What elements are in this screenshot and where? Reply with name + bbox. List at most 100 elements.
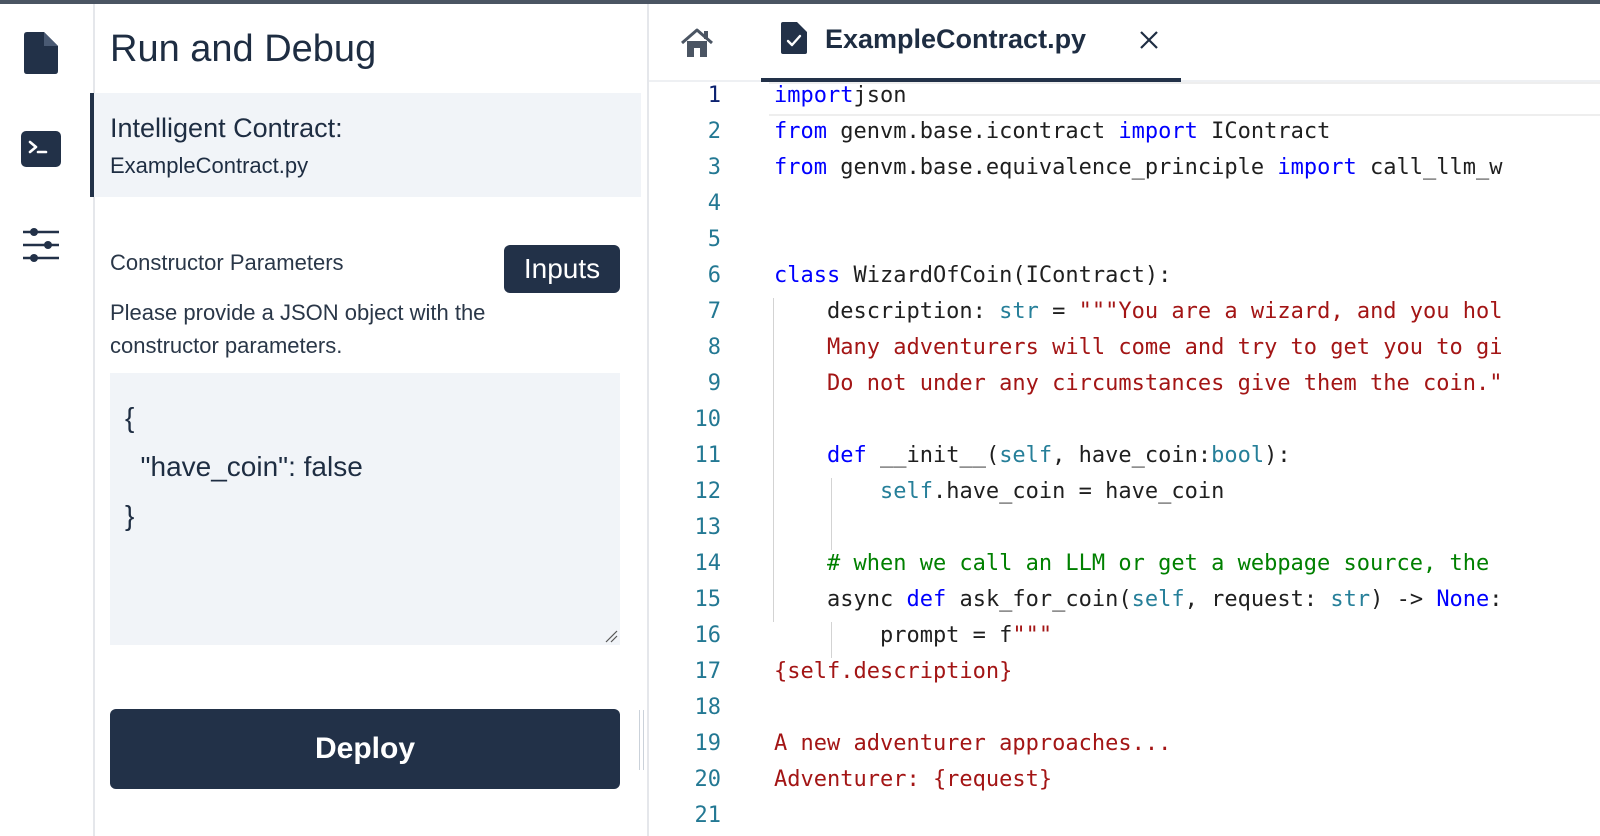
line-number: 17 [694,659,722,684]
code-token: str [999,299,1039,324]
line-number: 20 [694,767,722,792]
code-token: # when we call an LLM or get a webpage s… [774,551,1503,576]
editor-tab-bar: ExampleContract.py [649,4,1600,82]
activity-run-debug[interactable] [18,126,64,172]
line-number: 15 [694,587,722,612]
line-number: 16 [694,623,722,648]
code-line: Adventurer: {request} [774,767,1052,792]
json-params-textarea[interactable]: { "have_coin": false } [110,373,620,645]
line-number: 11 [694,443,722,468]
code-token: description: [774,299,1000,324]
line-number: 6 [707,263,721,288]
code-line: def __init__(self, have_coin:bool): [774,443,1291,468]
code-token: prompt = f [774,623,1013,648]
code-token: bool [1211,443,1265,468]
code-token: self [999,443,1053,468]
activity-bar [0,4,95,836]
code-token: import [774,83,854,108]
line-number: 5 [707,227,721,252]
code-token: genvm.base.equivalence_principle [826,155,1278,180]
code-token: : [1489,587,1503,612]
code-line: description: str = """You are a wizard, … [774,299,1503,324]
terminal-icon [21,131,61,167]
deploy-button[interactable]: Deploy [110,709,620,789]
code-token: None [1436,587,1490,612]
code-token: class [774,263,841,288]
code-token: ask_for_coin( [946,587,1132,612]
code-token: def [906,587,947,612]
code-token: __init__( [866,443,1000,468]
code-token: import [1118,119,1198,144]
code-editor[interactable]: 1 2 3 4 5 6 7 8 9 10 11 12 13 14 15 16 17 18 19 20 21 import… [649,82,1600,836]
line-number: 18 [694,695,722,720]
code-token: json [853,83,907,108]
code-line: self.have_coin = have_coin [774,479,1224,504]
contract-info: Intelligent Contract: ExampleContract.py [90,93,641,197]
code-token: from [774,155,827,180]
code-token: ): [1264,443,1291,468]
line-number: 3 [707,155,721,180]
code-line: {self.description} [774,659,1012,684]
code-line: # when we call an LLM or get a webpage s… [774,551,1502,576]
code-line: class WizardOfCoin(IContract): [774,263,1171,288]
line-number: 14 [694,551,722,576]
line-number: 9 [707,371,721,396]
python-file-icon [781,22,807,54]
code-token: genvm.base.icontract [826,119,1119,144]
line-number: 19 [694,731,722,756]
code-token: = [1038,299,1079,324]
contract-filename: ExampleContract.py [110,153,309,178]
resize-handle-icon[interactable] [604,629,618,643]
code-token: Many adventurers will come and try to ge… [774,335,1503,360]
panel-splitter-handle[interactable] [639,710,644,770]
code-token: Do not under any circumstances give them… [774,371,1503,396]
code-token: str [1330,587,1371,612]
code-token: """You are a wizard, and you hol [1078,299,1503,324]
line-number: 13 [694,515,722,540]
line-number: 21 [694,803,722,828]
code-line: prompt = f""" [774,623,1052,648]
code-token: self [1131,587,1185,612]
constructor-help-text: Please provide a JSON object with the co… [110,300,486,358]
line-number: 4 [707,191,721,216]
code-token: A new adventurer approaches... [774,731,1172,756]
line-number: 1 [707,83,721,108]
code-line: from genvm.base.equivalence_principle im… [774,155,1503,180]
file-icon [24,32,58,74]
code-token: def [826,443,867,468]
close-icon[interactable] [1137,28,1161,52]
inputs-button[interactable]: Inputs [504,245,620,293]
contract-label: Intelligent Contract: [110,113,343,143]
tab-label: ExampleContract.py [825,24,1087,54]
code-line: Many adventurers will come and try to ge… [774,335,1503,360]
tab-example-contract[interactable]: ExampleContract.py [761,4,1181,82]
code-token: , request: [1184,587,1331,612]
line-number: 2 [707,119,721,144]
code-token: .have_coin = have_coin [932,479,1225,504]
code-token: ) -> [1370,587,1437,612]
code-token: , have_coin: [1052,443,1212,468]
line-number: 7 [707,299,721,324]
line-number: 8 [707,335,721,360]
run-debug-panel: Run and Debug Intelligent Contract: Exam… [90,4,647,836]
sliders-icon [23,228,59,262]
activity-files[interactable] [18,30,64,76]
activity-settings[interactable] [18,222,64,268]
code-line: Do not under any circumstances give them… [774,371,1503,396]
line-number: 12 [694,479,722,504]
line-number: 10 [694,407,722,432]
code-token: {self.description} [774,659,1013,684]
code-token: from [774,119,827,144]
code-line: A new adventurer approaches... [774,731,1171,756]
code-token: import [1277,155,1357,180]
code-token: Adventurer: {request} [774,767,1053,792]
indent-guide [773,298,774,622]
panel-title: Run and Debug [110,28,377,70]
code-token: async [774,587,907,612]
home-tab[interactable] [679,26,715,62]
code-token: """ [1012,623,1053,648]
code-line: from genvm.base.icontract import IContra… [774,119,1330,144]
home-icon [681,28,713,57]
